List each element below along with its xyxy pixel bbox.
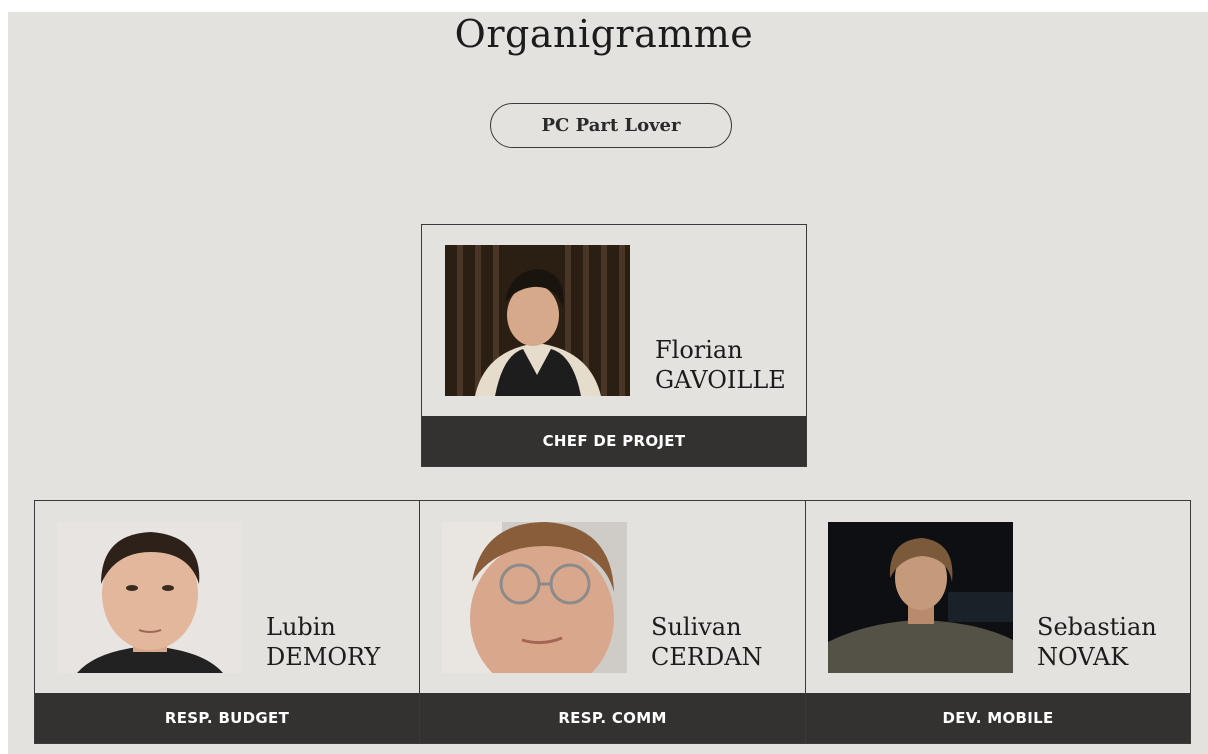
- member-photo-comm: [442, 522, 627, 673]
- member-role-bar: RESP. BUDGET: [35, 693, 419, 743]
- member-first-name: Sulivan: [651, 613, 742, 641]
- leader-first-name: Florian: [655, 336, 743, 364]
- member-role-bar: RESP. COMM: [420, 693, 805, 743]
- member-first-name: Lubin: [266, 613, 336, 641]
- leader-role-bar: CHEF DE PROJET: [422, 416, 806, 466]
- leader-last-name: GAVOILLE: [655, 366, 786, 394]
- member-first-name: Sebastian: [1037, 613, 1157, 641]
- member-role-bar: DEV. MOBILE: [806, 693, 1190, 743]
- member-last-name: CERDAN: [651, 643, 763, 671]
- leader-name: Florian GAVOILLE: [655, 335, 786, 395]
- member-card-mobile: Sebastian NOVAK DEV. MOBILE: [805, 500, 1191, 744]
- leader-photo: [445, 245, 630, 396]
- member-card-comm: Sulivan CERDAN RESP. COMM: [419, 500, 806, 744]
- member-photo-mobile: [828, 522, 1013, 673]
- member-last-name: DEMORY: [266, 643, 381, 671]
- member-name-comm: Sulivan CERDAN: [651, 612, 763, 672]
- leader-card: Florian GAVOILLE CHEF DE PROJET: [421, 224, 807, 467]
- page-title: Organigramme: [454, 12, 754, 56]
- member-name-mobile: Sebastian NOVAK: [1037, 612, 1157, 672]
- team-name-badge: PC Part Lover: [490, 103, 732, 148]
- member-card-budget: Lubin DEMORY RESP. BUDGET: [34, 500, 420, 744]
- member-photo-budget: [57, 522, 242, 673]
- member-last-name: NOVAK: [1037, 643, 1129, 671]
- member-name-budget: Lubin DEMORY: [266, 612, 380, 672]
